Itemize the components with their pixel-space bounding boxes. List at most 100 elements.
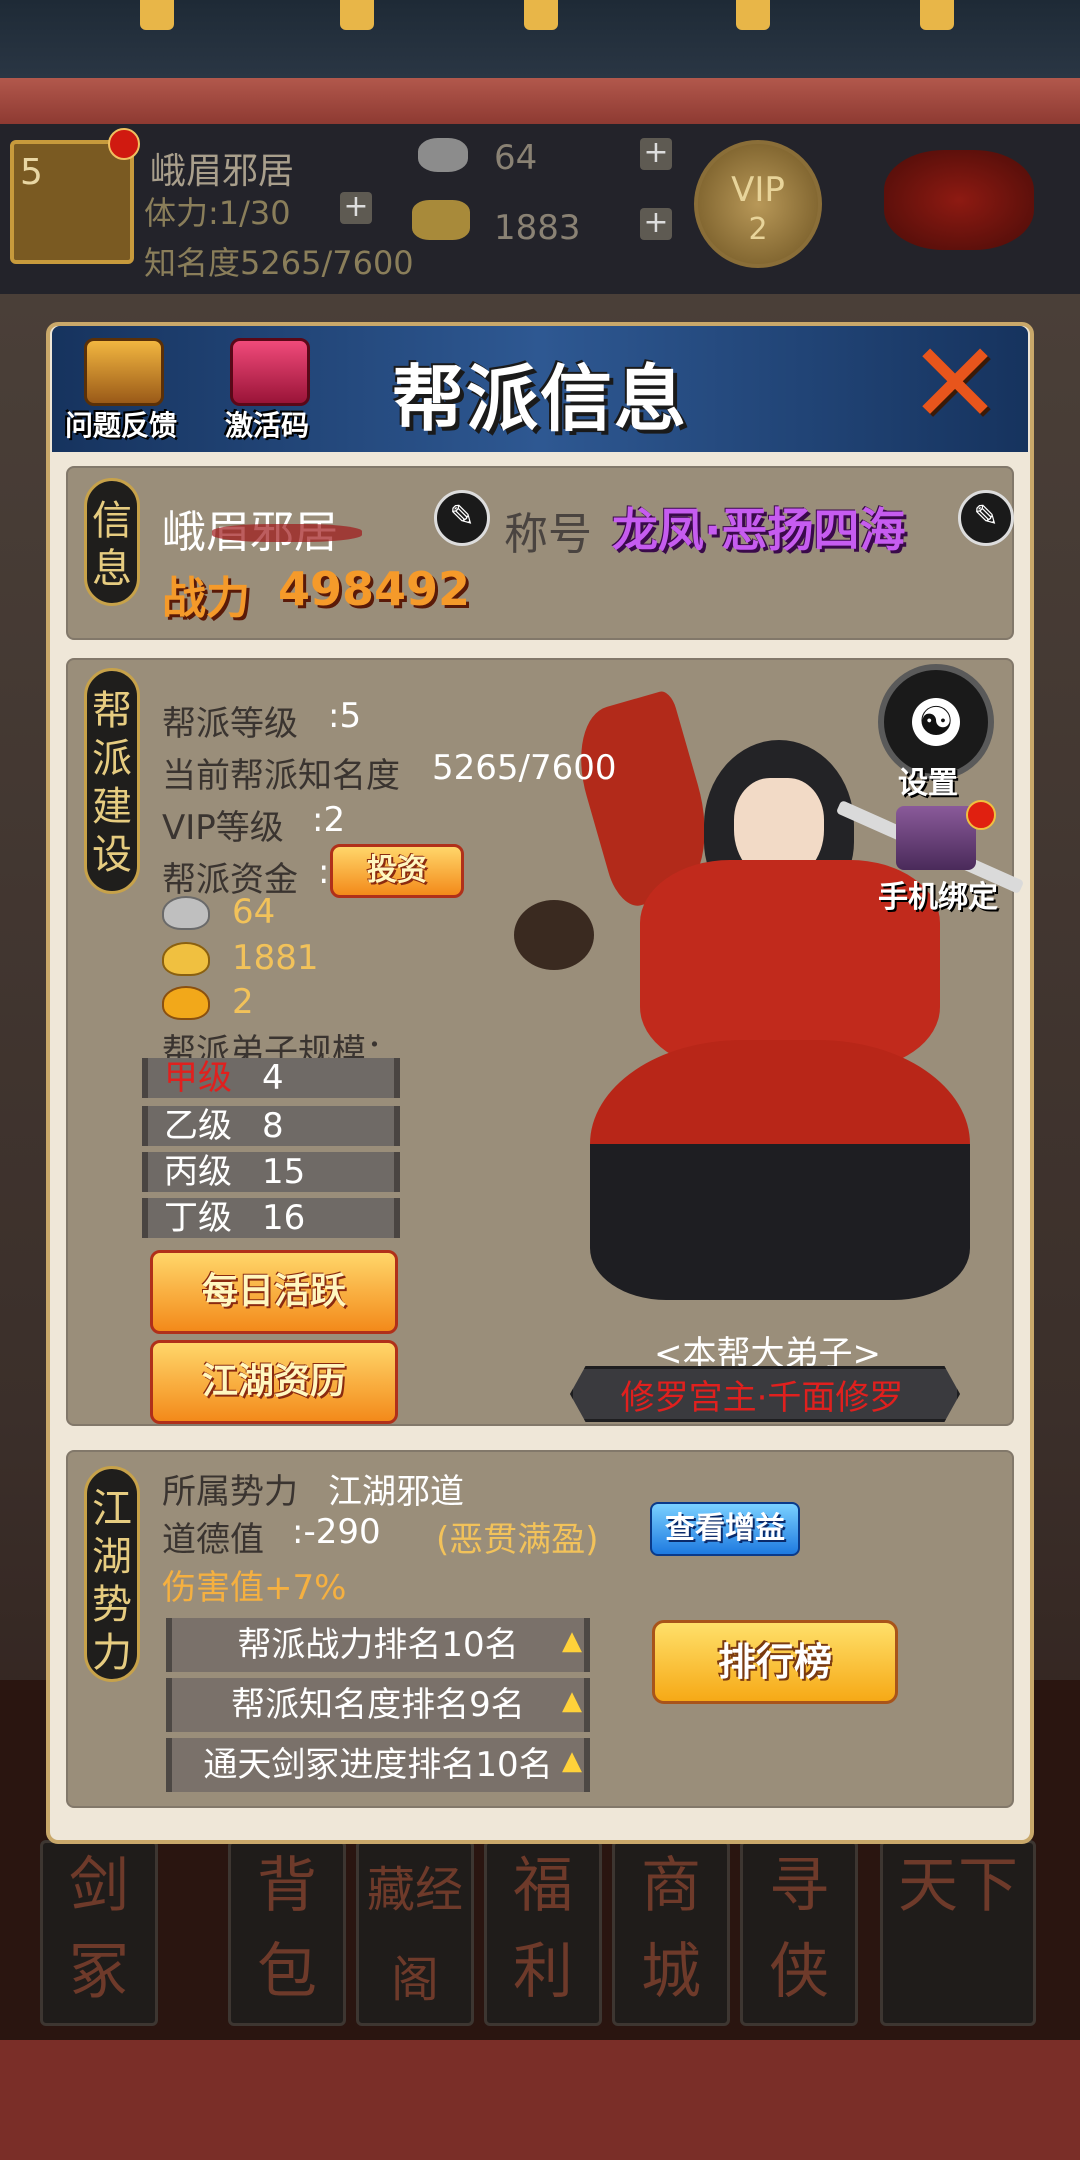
- rank-row: 帮派知名度排名9名 ▲: [166, 1678, 590, 1732]
- daily-activity-button[interactable]: 每日活跃: [150, 1250, 398, 1334]
- yin-yang-icon: ☯: [912, 698, 960, 746]
- vip-level-value: :2: [312, 800, 346, 840]
- silver-icon: [418, 138, 468, 172]
- nav-scripture-pavilion[interactable]: 藏经阁: [356, 1840, 474, 2026]
- floor-decoration: [0, 2040, 1080, 2160]
- nav-welfare[interactable]: 福利: [484, 1840, 602, 2026]
- nav-world[interactable]: 天下: [880, 1840, 1036, 2026]
- grade-name: 丁级: [164, 1198, 232, 1238]
- edit-title-icon[interactable]: ✎: [958, 490, 1014, 546]
- phone-bind-label: 手机绑定: [878, 880, 998, 915]
- lantern-icon: [524, 0, 558, 30]
- rank-row: 帮派战力排名10名 ▲: [166, 1618, 590, 1672]
- add-silver-button[interactable]: +: [640, 138, 672, 170]
- nav-label: 福利: [513, 1851, 573, 2007]
- funds-gold: 1881: [232, 938, 319, 978]
- feedback-label: 问题反馈: [64, 409, 177, 442]
- activation-label: 激活码: [224, 409, 309, 442]
- add-gold-button[interactable]: +: [640, 208, 672, 240]
- faction-value: 江湖邪道: [328, 1472, 464, 1512]
- title-label: 称号: [504, 509, 592, 560]
- lantern-icon: [920, 0, 954, 30]
- lantern-icon: [340, 0, 374, 30]
- leaderboard-button[interactable]: 排行榜: [652, 1620, 898, 1704]
- nav-label: 商城: [641, 1851, 701, 2007]
- nav-shop[interactable]: 商城: [612, 1840, 730, 2026]
- rank-text: 帮派战力排名10名: [237, 1625, 519, 1665]
- silver-icon: [162, 896, 210, 930]
- grade-row: 丁级 16: [142, 1198, 400, 1238]
- edit-name-icon[interactable]: ✎: [434, 490, 490, 546]
- battle-event-icon[interactable]: [884, 150, 1034, 250]
- nav-label: 天下: [898, 1851, 1018, 1921]
- fame-text: 知名度5265/7600: [144, 244, 414, 282]
- vip-level-label: VIP等级: [162, 808, 284, 848]
- funds-silver: 64: [232, 892, 276, 932]
- blood-splash: [212, 524, 362, 542]
- gang-level-value: :5: [328, 696, 362, 736]
- grade-count: 8: [262, 1106, 284, 1146]
- morality-value: :-290: [292, 1512, 381, 1552]
- vip-level: 2: [748, 212, 768, 247]
- grade-name: 甲级: [164, 1058, 232, 1098]
- grade-row: 甲级 4: [142, 1058, 400, 1098]
- morality-label: 道德值: [162, 1520, 264, 1560]
- nav-label: 寻侠: [769, 1851, 829, 2007]
- nav-backpack[interactable]: 背包: [228, 1840, 346, 2026]
- faction-label: 所属势力: [162, 1472, 298, 1512]
- nav-hero-search[interactable]: 寻侠: [740, 1840, 858, 2026]
- add-stamina-button[interactable]: +: [340, 192, 372, 224]
- view-bonus-button[interactable]: 查看增益: [650, 1502, 800, 1556]
- silver-amount: 64: [494, 138, 538, 178]
- nav-label: 剑冢: [69, 1851, 129, 2007]
- power-value: 498492: [278, 562, 471, 616]
- lantern-icon: [736, 0, 770, 30]
- grade-row: 丙级 15: [142, 1152, 400, 1192]
- nav-label: 藏经阁: [366, 1862, 463, 2008]
- close-icon[interactable]: ✕: [900, 328, 1010, 440]
- build-tag: 帮派建设: [84, 668, 140, 894]
- settings-label: 设置: [898, 766, 958, 801]
- funds-ingot: 2: [232, 982, 254, 1022]
- jianghu-history-button[interactable]: 江湖资历: [150, 1340, 398, 1424]
- up-arrow-icon: ▲: [562, 1626, 582, 1656]
- grade-count: 16: [262, 1198, 306, 1238]
- nav-sword-tomb[interactable]: 剑冢: [40, 1840, 158, 2026]
- title-value: 龙凤·恶扬四海: [612, 503, 906, 557]
- panel-title: 帮派信息: [391, 357, 688, 441]
- gang-level-label: 帮派等级: [162, 704, 298, 744]
- rank-text: 通天剑冢进度排名10名: [203, 1745, 553, 1785]
- gold-amount: 1883: [494, 208, 581, 248]
- rank-row: 通天剑冢进度排名10名 ▲: [166, 1738, 590, 1792]
- roof-beam: [0, 78, 1080, 124]
- grade-row: 乙级 8: [142, 1106, 400, 1146]
- roof-decoration: [0, 0, 1080, 86]
- grade-name: 丙级: [164, 1152, 232, 1192]
- info-tag: 信息: [84, 478, 140, 606]
- stamina-text: 体力:1/30: [144, 194, 291, 232]
- gang-fame-label: 当前帮派知名度: [162, 756, 400, 796]
- damage-text: 伤害值+7%: [162, 1568, 347, 1608]
- activation-code-button[interactable]: 激活码: [202, 332, 332, 452]
- up-arrow-icon: ▲: [562, 1746, 582, 1776]
- rank-text: 帮派知名度排名9名: [231, 1685, 525, 1725]
- feedback-button[interactable]: 问题反馈: [56, 332, 186, 452]
- gold-icon: [412, 200, 470, 240]
- invest-button[interactable]: 投资: [330, 844, 464, 898]
- phone-bind-icon[interactable]: [896, 806, 976, 870]
- lantern-icon: [140, 0, 174, 30]
- vip-badge[interactable]: VIP 2: [694, 140, 822, 268]
- gift-box-icon: [230, 338, 310, 406]
- disciple-name: 修罗宫主·千面修罗: [620, 1378, 904, 1418]
- notification-dot: [966, 800, 996, 830]
- gang-funds-colon: :: [318, 852, 330, 892]
- morality-status: (恶贯满盈): [436, 1520, 599, 1560]
- power-label: 战力: [162, 573, 250, 624]
- grade-count: 4: [262, 1058, 284, 1098]
- vip-label: VIP: [731, 170, 785, 210]
- gang-fame-value: 5265/7600: [432, 748, 617, 788]
- force-tag: 江湖势力: [84, 1466, 140, 1682]
- up-arrow-icon: ▲: [562, 1686, 582, 1716]
- top-gang-name: 峨眉邪居: [150, 151, 295, 192]
- grade-name: 乙级: [164, 1106, 232, 1146]
